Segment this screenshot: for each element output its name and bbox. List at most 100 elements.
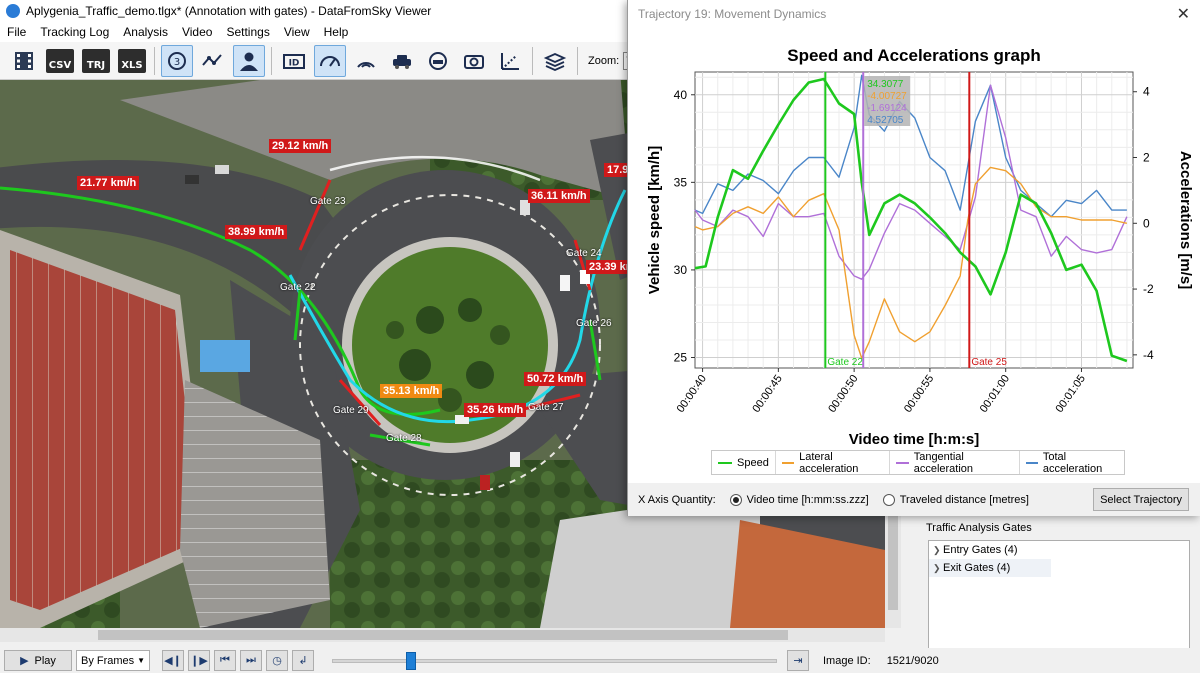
- gate-label: Gate 26: [576, 318, 612, 329]
- export-csv-button[interactable]: CSV: [44, 45, 76, 77]
- layers-icon[interactable]: [539, 45, 571, 77]
- close-icon[interactable]: ✕: [1177, 4, 1190, 24]
- go-to-end-icon[interactable]: ⇥: [787, 650, 809, 671]
- y2-tick-label: -4: [1143, 348, 1154, 362]
- image-id-label: Image ID:: [823, 654, 871, 667]
- menu-settings[interactable]: Settings: [219, 25, 276, 39]
- y2-tick-label: 2: [1143, 151, 1150, 165]
- gate-label: Gate 29: [333, 405, 369, 416]
- jump-to-frame-icon[interactable]: ↲: [292, 650, 314, 671]
- svg-text:3: 3: [174, 57, 180, 68]
- gates-tree: ❯ Entry Gates (4) ❯ Exit Gates (4): [928, 540, 1190, 658]
- step-back-icon[interactable]: ◀❙: [162, 650, 184, 671]
- skip-start-icon[interactable]: ⏮: [214, 650, 236, 671]
- legend-item-tangential: Tangential acceleration: [890, 451, 1020, 475]
- window-title: Aplygenia_Traffic_demo.tlgx* (Annotation…: [26, 4, 432, 18]
- x-tick-label: 00:00:45: [750, 373, 784, 415]
- chevron-down-icon: ▼: [137, 656, 145, 665]
- readout-value: -4.00727: [867, 91, 907, 102]
- menu-tracking-log[interactable]: Tracking Log: [33, 25, 116, 39]
- app-icon: [6, 4, 20, 18]
- toolbar-separator: [271, 46, 272, 75]
- radio-video-time-label[interactable]: Video time [h:mm:ss.zzz]: [747, 494, 869, 506]
- y-tick-label: 35: [674, 175, 688, 189]
- x-axis-quantity-label: X Axis Quantity:: [638, 493, 716, 506]
- x-axis-quantity-row: X Axis Quantity: Video time [h:mm:ss.zzz…: [628, 483, 1200, 516]
- user-icon[interactable]: [233, 44, 265, 77]
- gate-label: Gate 23: [310, 196, 346, 207]
- speed-label: 29.12 km/h: [269, 139, 332, 153]
- speed-label: 35.13 km/h: [380, 384, 443, 398]
- x-tick-label: 00:00:40: [675, 373, 709, 415]
- tree-item-entry-gates[interactable]: ❯ Entry Gates (4): [929, 541, 1189, 559]
- horizontal-scrollbar[interactable]: [0, 628, 885, 642]
- image-id-value: 1521/9020: [886, 654, 939, 667]
- menu-file[interactable]: File: [0, 25, 33, 39]
- gate-label: Gate 24: [566, 248, 602, 259]
- slider-track[interactable]: [332, 659, 777, 663]
- y2-tick-label: 0: [1143, 216, 1150, 230]
- counter-icon[interactable]: 3: [161, 44, 193, 77]
- legend-swatch: [781, 461, 795, 464]
- export-trj-button[interactable]: TRJ: [80, 45, 112, 77]
- gate-label: Gate 27: [528, 402, 564, 413]
- legend-swatch: [1025, 461, 1038, 464]
- toolbar-separator: [154, 46, 155, 75]
- speed-label: 38.99 km/h: [225, 225, 288, 239]
- signal-icon[interactable]: [350, 45, 382, 77]
- axis-icon[interactable]: [494, 45, 526, 77]
- x-tick-label: 00:01:05: [1054, 373, 1088, 415]
- skip-end-icon[interactable]: ⏭: [240, 650, 262, 671]
- id-label-icon[interactable]: ID: [278, 45, 310, 77]
- timeline-slider[interactable]: [332, 650, 777, 671]
- select-trajectory-button[interactable]: Select Trajectory: [1093, 488, 1189, 511]
- svg-text:ID: ID: [289, 58, 300, 68]
- left-axis-ticks: 25 30 35 40: [674, 88, 695, 364]
- clock-icon[interactable]: ◷: [266, 650, 288, 671]
- legend-swatch: [896, 461, 909, 464]
- step-forward-icon[interactable]: ❙▶: [188, 650, 210, 671]
- gates-panel: Traffic Analysis Gates ❯ Entry Gates (4)…: [902, 516, 1200, 658]
- trajectory-icon[interactable]: [197, 45, 229, 77]
- play-button[interactable]: ▶ Play: [4, 650, 72, 671]
- car-gauge-icon[interactable]: [422, 45, 454, 77]
- tree-item-label: Entry Gates (4): [943, 544, 1018, 556]
- speed-label: 35.26 km/h: [464, 403, 527, 417]
- movement-dynamics-dialog: Trajectory 19: Movement Dynamics ✕ Speed…: [627, 0, 1200, 516]
- toolbar-separator: [577, 46, 578, 75]
- cursor-readout: 34.3077-4.00727-1.691244.52705: [864, 76, 911, 126]
- readout-value: 34.3077: [867, 79, 904, 90]
- camera-gauge-icon[interactable]: [458, 45, 490, 77]
- speedometer-icon[interactable]: [314, 44, 346, 77]
- menu-help[interactable]: Help: [317, 25, 356, 39]
- menu-bar: File Tracking Log Analysis Video Setting…: [0, 22, 640, 42]
- speed-label: 50.72 km/h: [524, 372, 587, 386]
- radio-traveled-distance-label[interactable]: Traveled distance [metres]: [900, 494, 1029, 506]
- film-icon[interactable]: [8, 45, 40, 77]
- car-icon[interactable]: [386, 45, 418, 77]
- readout-value: -1.69124: [867, 103, 907, 114]
- tree-item-exit-gates[interactable]: ❯ Exit Gates (4): [929, 559, 1051, 577]
- menu-view[interactable]: View: [277, 25, 317, 39]
- scroll-thumb[interactable]: [98, 630, 788, 640]
- y2-tick-label: 4: [1143, 85, 1150, 99]
- menu-video[interactable]: Video: [175, 25, 219, 39]
- radio-traveled-distance[interactable]: [882, 493, 895, 506]
- chart-title: Speed and Accelerations graph: [787, 46, 1041, 65]
- slider-handle[interactable]: [405, 652, 416, 670]
- play-icon: ▶: [20, 655, 29, 667]
- menu-analysis[interactable]: Analysis: [116, 25, 175, 39]
- legend-item-lateral: Lateral acceleration: [776, 451, 891, 475]
- dialog-title: Trajectory 19: Movement Dynamics: [638, 7, 827, 21]
- export-xls-button[interactable]: XLS: [116, 45, 148, 77]
- chevron-right-icon[interactable]: ❯: [933, 545, 943, 556]
- legend-item-total: Total acceleration: [1020, 451, 1124, 475]
- step-mode-select[interactable]: By Frames ▼: [76, 650, 150, 671]
- gates-panel-title: Traffic Analysis Gates: [926, 522, 1032, 534]
- toolbar-separator: [532, 46, 533, 75]
- playback-bar: ▶ Play By Frames ▼ ◀❙ ❙▶ ⏮ ⏭ ◷ ↲ ⇥ Image…: [0, 648, 1200, 673]
- chevron-right-icon[interactable]: ❯: [933, 563, 943, 574]
- toolbar: CSV TRJ XLS 3 ID Zoom:: [0, 42, 640, 80]
- radio-video-time[interactable]: [729, 493, 742, 506]
- speed-acceleration-chart: Speed and Accelerations graph Gate 22 Gat…: [646, 46, 1194, 448]
